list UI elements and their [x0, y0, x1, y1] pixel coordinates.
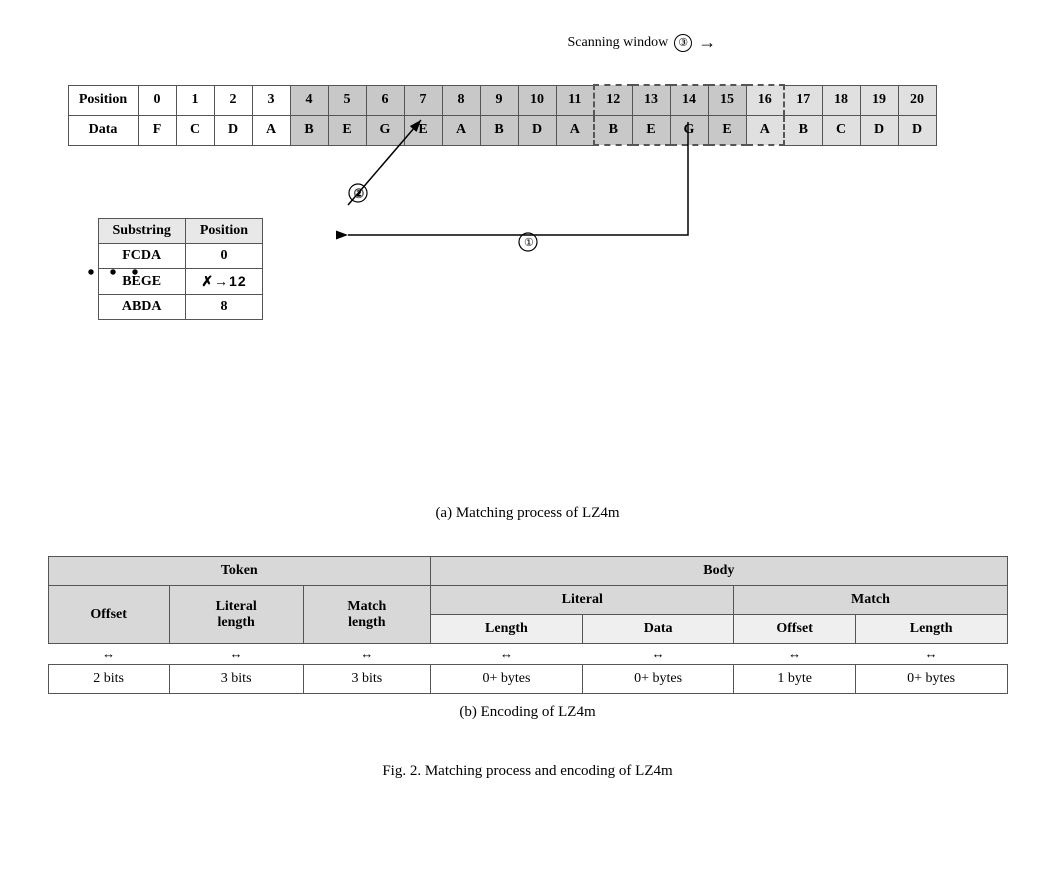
svg-text:②: ② — [353, 186, 365, 201]
substring-abda: ABDA — [98, 295, 185, 320]
encoding-table: Token Body Offset Literallength Matchlen… — [48, 556, 1008, 694]
position-data-table: Position 0 1 2 3 4 5 6 7 8 9 10 11 12 13… — [68, 84, 937, 146]
substring-header: Substring — [98, 219, 185, 244]
value-row: 2 bits 3 bits 3 bits 0+ bytes 0+ bytes 1… — [48, 665, 1007, 694]
data-row: Data F C D A B E G E A B D A B E G E A B… — [68, 115, 936, 145]
position-row: Position 0 1 2 3 4 5 6 7 8 9 10 11 12 13… — [68, 85, 936, 115]
match-length-sub: Length — [855, 615, 1007, 644]
position-col-header: Position — [185, 219, 262, 244]
lit-data-value: 0+ bytes — [582, 665, 734, 694]
position-abda: 8 — [185, 295, 262, 320]
match-length-header: Matchlength — [303, 586, 431, 644]
part-a: Scanning window ③ → Position 0 1 2 3 4 5… — [38, 30, 1018, 546]
circle-3: ③ — [674, 34, 692, 52]
match-length-value: 0+ bytes — [855, 665, 1007, 694]
match-header: Match — [734, 586, 1007, 615]
offset-header: Offset — [48, 586, 169, 644]
position-header: Position — [68, 85, 138, 115]
header-row-1: Token Body — [48, 557, 1007, 586]
offset-value: 2 bits — [48, 665, 169, 694]
svg-text:①: ① — [524, 237, 534, 249]
lit-data-sub: Data — [582, 615, 734, 644]
match-offset-value: 1 byte — [734, 665, 855, 694]
header-row-2: Offset Literallength Matchlength Literal… — [48, 586, 1007, 615]
token-header: Token — [48, 557, 431, 586]
part-a-caption: (a) Matching process of LZ4m — [38, 505, 1018, 522]
body-header: Body — [431, 557, 1007, 586]
match-len-value: 3 bits — [303, 665, 431, 694]
literal-header: Literal — [431, 586, 734, 615]
lit-length-sub: Length — [431, 615, 583, 644]
match-offset-sub: Offset — [734, 615, 855, 644]
lit-length-value: 0+ bytes — [431, 665, 583, 694]
literal-length-header: Literallength — [169, 586, 303, 644]
lit-len-value: 3 bits — [169, 665, 303, 694]
scanning-window-label: Scanning window ③ → — [568, 32, 717, 53]
scanning-window-text: Scanning window — [568, 35, 669, 51]
arrow-row: ↔ ↔ ↔ ↔ ↔ ↔ ↔ — [48, 644, 1007, 665]
svg-text:②: ② — [354, 188, 364, 200]
scanning-arrow-right: → — [698, 32, 716, 53]
part-b-caption: (b) Encoding of LZ4m — [48, 704, 1008, 721]
dots: • • • — [88, 262, 254, 285]
data-header: Data — [68, 115, 138, 145]
part-b: Token Body Offset Literallength Matchlen… — [48, 556, 1008, 745]
fig-caption: Fig. 2. Matching process and encoding of… — [382, 763, 672, 780]
